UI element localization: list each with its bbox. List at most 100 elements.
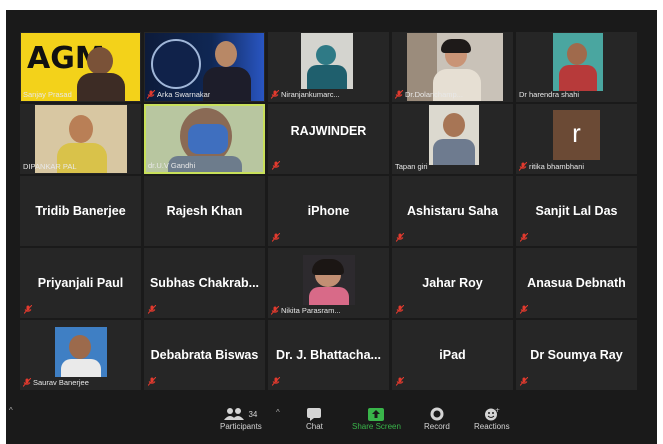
participant-tile[interactable]: RAJWINDER [268, 104, 389, 174]
muted-mic-icon [148, 305, 156, 314]
chat-label: Chat [306, 422, 323, 431]
muted-mic-icon [24, 305, 32, 314]
participant-name: Priyanjali Paul [37, 276, 124, 290]
participant-name: ritika bhambhani [519, 162, 584, 171]
video-feed [429, 105, 479, 165]
participant-tile[interactable]: Dr.Dolanchamp... [392, 32, 513, 102]
person-hair [312, 259, 344, 275]
video-feed [301, 33, 353, 89]
participant-name: Tridib Banerjee [35, 204, 126, 218]
participant-tile[interactable]: Nikita Parasram... [268, 248, 389, 318]
participant-tile[interactable]: Jahar Roy [392, 248, 513, 318]
participants-button[interactable]: 34 Participants [220, 406, 262, 431]
meeting-toolbar: ^ 34 Participants ^ Chat Share Screen Re… [6, 404, 657, 444]
participant-name: Niranjankumarc... [271, 90, 340, 99]
muted-mic-icon [396, 377, 404, 386]
svg-text:+: + [495, 407, 500, 414]
reactions-label: Reactions [474, 422, 510, 431]
participant-tile[interactable]: Arka Swarnakar [144, 32, 265, 102]
participant-tile[interactable]: Ashistaru Saha [392, 176, 513, 246]
person-head [215, 41, 237, 67]
person-body [309, 287, 349, 305]
participant-name: iPad [439, 348, 466, 362]
muted-mic-icon [395, 90, 403, 99]
reactions-icon: + [484, 406, 500, 422]
participant-tile[interactable]: Saurav Banerjee [20, 320, 141, 390]
participant-name: Ashistaru Saha [406, 204, 498, 218]
person-head [87, 47, 113, 75]
chevron-up-icon[interactable]: ^ [9, 406, 13, 415]
muted-mic-icon [271, 306, 279, 315]
muted-mic-icon [271, 90, 279, 99]
muted-mic-icon [272, 161, 280, 170]
person-body [559, 65, 597, 91]
share-screen-label: Share Screen [352, 422, 401, 431]
reactions-button[interactable]: + Reactions [474, 406, 510, 431]
participant-tile[interactable]: Tapan giri [392, 104, 513, 174]
participant-tile[interactable]: DIPANKAR PAL [20, 104, 141, 174]
participant-tile[interactable]: iPad [392, 320, 513, 390]
video-feed [55, 327, 107, 377]
participant-tile[interactable]: Tridib Banerjee [20, 176, 141, 246]
participant-tile[interactable]: Dr harendra shahi [516, 32, 637, 102]
participant-tile[interactable]: Priyanjali Paul [20, 248, 141, 318]
person-body [77, 73, 125, 101]
person-hair [441, 39, 471, 53]
participant-name: Jahar Roy [422, 276, 483, 290]
person-head [443, 113, 465, 137]
person-head [69, 335, 91, 359]
participant-name: Rajesh Khan [166, 204, 243, 218]
person-body [61, 359, 101, 377]
participants-icon: 34 [224, 406, 257, 422]
muted-mic-icon [520, 305, 528, 314]
muted-mic-icon [396, 233, 404, 242]
participant-name: RAJWINDER [290, 123, 367, 138]
participant-name: Dr Soumya Ray [530, 348, 623, 362]
participant-tile[interactable]: Dr Soumya Ray [516, 320, 637, 390]
participant-name: dr.U.V Gandhi [148, 161, 196, 170]
muted-mic-icon [272, 233, 280, 242]
participant-name: Anasua Debnath [527, 276, 626, 290]
muted-mic-icon [396, 305, 404, 314]
muted-mic-icon [272, 377, 280, 386]
share-screen-button[interactable]: Share Screen [352, 406, 401, 431]
participant-tile[interactable]: Subhas Chakrab... [144, 248, 265, 318]
participant-name: iPhone [307, 204, 350, 218]
participant-tile[interactable]: AGM Sanjay Prasad [20, 32, 141, 102]
participants-count: 34 [248, 409, 258, 419]
person-head [567, 43, 587, 65]
participant-tile[interactable]: Dr. J. Bhattacha... [268, 320, 389, 390]
participant-tile[interactable]: r ritika bhambhani [516, 104, 637, 174]
muted-mic-icon [148, 377, 156, 386]
participant-name: Tapan giri [395, 162, 428, 171]
person-head [69, 115, 93, 143]
record-icon [430, 406, 444, 422]
participant-tile[interactable]: iPhone [268, 176, 389, 246]
share-screen-icon [368, 406, 385, 422]
muted-mic-icon [520, 233, 528, 242]
participant-name: Debabrata Biswas [150, 348, 259, 362]
participant-tile[interactable]: Anasua Debnath [516, 248, 637, 318]
muted-mic-icon [520, 377, 528, 386]
avatar: r [553, 110, 600, 160]
participant-tile[interactable]: Sanjit Lal Das [516, 176, 637, 246]
chat-button[interactable]: Chat [306, 406, 323, 431]
face-mask [188, 124, 228, 154]
record-button[interactable]: Record [424, 406, 450, 431]
video-feed [303, 255, 355, 305]
participant-name: Dr harendra shahi [519, 90, 580, 99]
chat-icon [307, 406, 322, 422]
participant-tile-active-speaker[interactable]: dr.U.V Gandhi [144, 104, 265, 174]
video-feed [553, 33, 603, 91]
participant-name: Sanjit Lal Das [535, 204, 618, 218]
record-label: Record [424, 422, 450, 431]
participant-tile[interactable]: Debabrata Biswas [144, 320, 265, 390]
participant-name: DIPANKAR PAL [23, 162, 77, 171]
participant-name: Dr.Dolanchamp... [395, 90, 463, 99]
participant-tile[interactable]: Rajesh Khan [144, 176, 265, 246]
chevron-up-icon[interactable]: ^ [276, 408, 280, 417]
person-body [433, 139, 475, 165]
participant-tile[interactable]: Niranjankumarc... [268, 32, 389, 102]
muted-mic-icon [147, 90, 155, 99]
person-head [316, 45, 336, 65]
